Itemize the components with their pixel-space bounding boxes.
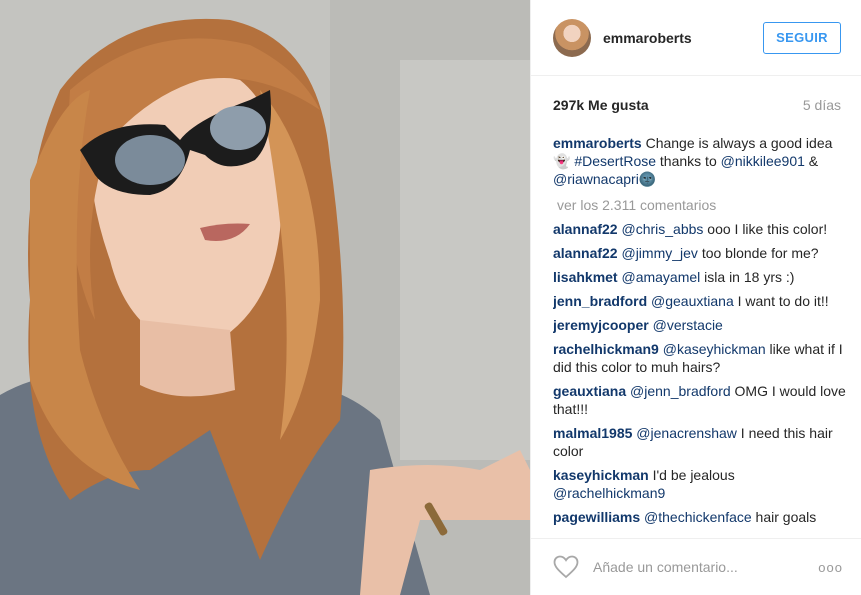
- comment-item: kaseyhickman I'd be jealous @rachelhickm…: [553, 466, 847, 502]
- post-caption: emmaroberts Change is always a good idea…: [553, 134, 847, 188]
- comment-mention[interactable]: @verstacie: [653, 317, 723, 333]
- post-dialog: emmaroberts SEGUIR 297k Me gusta 5 días …: [0, 0, 861, 595]
- comment-text: ooo I like this color!: [703, 221, 828, 237]
- comment-text: isla in 18 yrs :): [700, 269, 795, 285]
- comment-item: jenn_bradford @geauxtiana I want to do i…: [553, 292, 847, 310]
- view-all-comments-link[interactable]: ver los 2.311 comentarios: [557, 196, 847, 214]
- photo-illustration: [0, 0, 530, 595]
- follow-button[interactable]: SEGUIR: [763, 21, 841, 54]
- header-username[interactable]: emmaroberts: [603, 30, 692, 46]
- comment-item: lisahkmet @amayamel isla in 18 yrs :): [553, 268, 847, 286]
- comment-username[interactable]: malmal1985: [553, 425, 632, 441]
- comment-username[interactable]: geauxtiana: [553, 383, 626, 399]
- caption-hashtag[interactable]: #DesertRose: [574, 153, 656, 169]
- moon-emoji: 🌚: [638, 171, 657, 187]
- comment-item: jeremyjcooper @verstacie: [553, 316, 847, 334]
- post-side-panel: emmaroberts SEGUIR 297k Me gusta 5 días …: [530, 0, 861, 595]
- comment-item: pagewilliams @thechickenface hair goals: [553, 508, 847, 526]
- heart-icon[interactable]: [553, 555, 579, 579]
- more-options-icon[interactable]: ooo: [818, 560, 843, 575]
- post-photo[interactable]: [0, 0, 530, 595]
- comments-list: emmaroberts Change is always a good idea…: [553, 134, 847, 532]
- comment-username[interactable]: alannaf22: [553, 221, 618, 237]
- comment-username[interactable]: rachelhickman9: [553, 341, 659, 357]
- comment-item: geauxtiana @jenn_bradford OMG I would lo…: [553, 382, 847, 418]
- comment-text: I'd be jealous: [648, 467, 735, 483]
- caption-text: Change is always a good idea: [641, 135, 833, 151]
- post-footer: Añade un comentario... ooo: [531, 538, 861, 595]
- avatar[interactable]: [553, 18, 591, 57]
- comment-item: alannaf22 @jimmy_jev too blonde for me?: [553, 244, 847, 262]
- comment-mention[interactable]: @jenacrenshaw: [636, 425, 737, 441]
- comment-mention[interactable]: @kaseyhickman: [663, 341, 766, 357]
- post-timestamp[interactable]: 5 días: [803, 97, 841, 113]
- comment-mention[interactable]: @rachelhickman9: [553, 485, 665, 501]
- comment-username[interactable]: alannaf22: [553, 245, 618, 261]
- comment-text: I want to do it!!: [733, 293, 829, 309]
- comment-item: rachelhickman9 @kaseyhickman like what i…: [553, 340, 847, 376]
- post-header: emmaroberts SEGUIR: [531, 0, 861, 76]
- comment-text: hair goals: [751, 509, 817, 525]
- comment-mention[interactable]: @jenn_bradford: [630, 383, 731, 399]
- comment-text: too blonde for me?: [697, 245, 819, 261]
- comment-mention[interactable]: @jimmy_jev: [621, 245, 697, 261]
- post-stats: 297k Me gusta 5 días: [531, 76, 861, 134]
- comment-mention[interactable]: @chris_abbs: [621, 221, 703, 237]
- comment-item: alannaf22 @chris_abbs ooo I like this co…: [553, 220, 847, 238]
- comment-username[interactable]: lisahkmet: [553, 269, 618, 285]
- comment-mention[interactable]: @thechickenface: [644, 509, 752, 525]
- caption-mention[interactable]: @riawnacapri: [553, 171, 639, 187]
- caption-mention[interactable]: @nikkilee901: [721, 153, 805, 169]
- comment-username[interactable]: jeremyjcooper: [553, 317, 649, 333]
- comment-mention[interactable]: @amayamel: [621, 269, 700, 285]
- comment-item: malmal1985 @jenacrenshaw I need this hai…: [553, 424, 847, 460]
- comment-username[interactable]: jenn_bradford: [553, 293, 647, 309]
- caption-text: thanks to: [656, 153, 721, 169]
- comment-username[interactable]: pagewilliams: [553, 509, 640, 525]
- comment-mention[interactable]: @geauxtiana: [651, 293, 734, 309]
- likes-count[interactable]: 297k Me gusta: [553, 97, 649, 113]
- caption-username[interactable]: emmaroberts: [553, 135, 642, 151]
- caption-text: &: [804, 153, 819, 169]
- comment-username[interactable]: kaseyhickman: [553, 467, 649, 483]
- add-comment-input[interactable]: Añade un comentario...: [593, 559, 738, 575]
- ghost-emoji: 👻: [553, 153, 571, 169]
